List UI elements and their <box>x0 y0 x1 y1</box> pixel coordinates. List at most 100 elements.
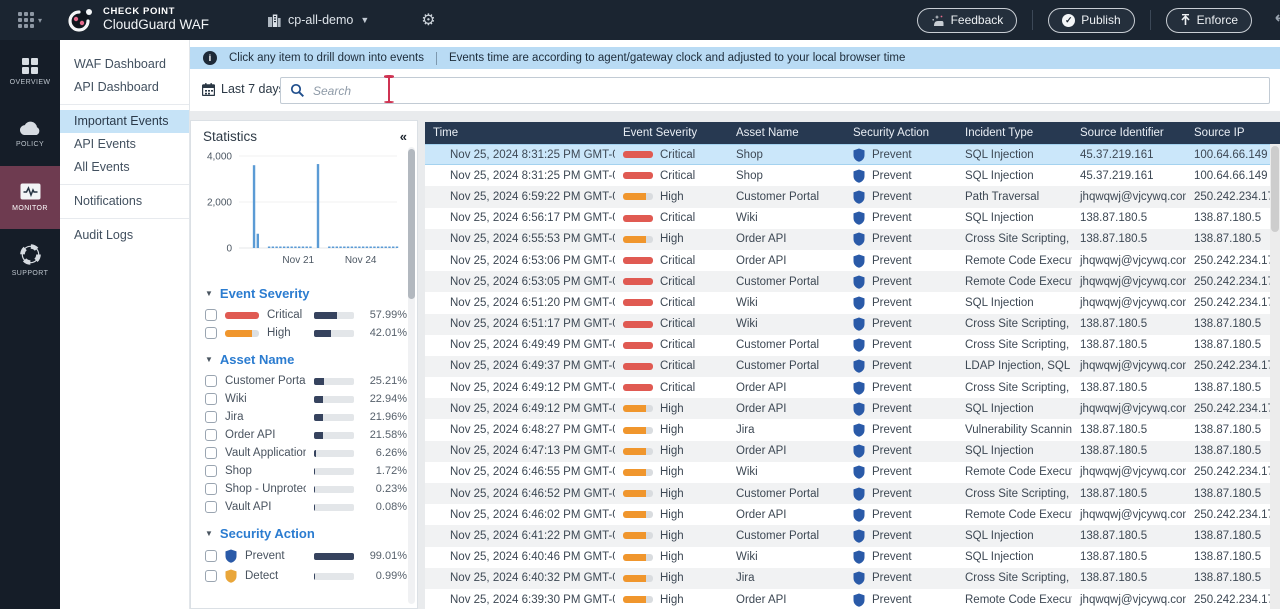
subnav-item-important-events[interactable]: Important Events <box>60 110 189 133</box>
revert-arrow-icon[interactable] <box>1270 13 1280 27</box>
table-row[interactable]: Nov 25, 2024 6:53:06 PM GMT-05:00Critica… <box>425 250 1280 271</box>
severity-bar-high <box>623 236 653 243</box>
column-header-source-ip[interactable]: Source IP <box>1186 127 1280 139</box>
filter-checkbox[interactable] <box>205 570 217 582</box>
collapse-panel-icon[interactable]: « <box>400 130 407 143</box>
table-row[interactable]: Nov 25, 2024 6:55:53 PM GMT-05:00HighOrd… <box>425 229 1280 250</box>
filter-item[interactable]: Shop - Unprotected0.23% <box>191 480 417 498</box>
rail-item-overview[interactable]: OVERVIEW <box>0 40 60 103</box>
table-row[interactable]: Nov 25, 2024 6:51:17 PM GMT-05:00Critica… <box>425 314 1280 335</box>
column-header-incident-type[interactable]: Incident Type <box>957 127 1072 139</box>
column-header-time[interactable]: Time <box>425 127 615 139</box>
feedback-button[interactable]: Feedback <box>917 8 1018 33</box>
filter-item[interactable]: Detect0.99% <box>191 566 417 586</box>
severity-bar-critical <box>623 299 653 306</box>
filter-item[interactable]: Jira21.96% <box>191 408 417 426</box>
filter-item[interactable]: High42.01% <box>191 324 417 342</box>
filter-checkbox[interactable] <box>205 393 217 405</box>
filter-item[interactable]: Vault API0.08% <box>191 498 417 516</box>
filter-section-title[interactable]: Security Action <box>220 526 315 541</box>
filter-item-percentage: 0.23% <box>362 483 407 495</box>
table-row[interactable]: Nov 25, 2024 6:49:49 PM GMT-05:00Critica… <box>425 335 1280 356</box>
table-row[interactable]: Nov 25, 2024 6:49:12 PM GMT-05:00Critica… <box>425 377 1280 398</box>
settings-gear-icon[interactable]: ⚙ <box>421 10 435 30</box>
filter-item-label: Order API <box>225 429 306 441</box>
column-header-asset-name[interactable]: Asset Name <box>728 127 845 139</box>
table-row[interactable]: Nov 25, 2024 6:46:55 PM GMT-05:00HighWik… <box>425 462 1280 483</box>
table-row[interactable]: Nov 25, 2024 6:51:20 PM GMT-05:00Critica… <box>425 292 1280 313</box>
section-collapse-caret-icon[interactable]: ▼ <box>205 289 213 298</box>
table-row[interactable]: Nov 25, 2024 6:48:27 PM GMT-05:00HighJir… <box>425 419 1280 440</box>
cell-source-identifier: 138.87.180.5 <box>1072 530 1186 542</box>
filter-item-label: Wiki <box>225 393 306 405</box>
table-row[interactable]: Nov 25, 2024 8:31:25 PM GMT-05:00Critica… <box>425 165 1280 186</box>
table-row[interactable]: Nov 25, 2024 6:39:30 PM GMT-05:00HighOrd… <box>425 589 1280 609</box>
subnav-item-api-dashboard[interactable]: API Dashboard <box>60 76 189 99</box>
filter-checkbox[interactable] <box>205 550 217 562</box>
table-row[interactable]: Nov 25, 2024 6:49:12 PM GMT-05:00HighOrd… <box>425 398 1280 419</box>
search-input[interactable] <box>280 77 1270 104</box>
filter-checkbox[interactable] <box>205 327 217 339</box>
severity-label: Critical <box>660 360 695 372</box>
table-row[interactable]: Nov 25, 2024 6:46:52 PM GMT-05:00HighCus… <box>425 483 1280 504</box>
section-collapse-caret-icon[interactable]: ▼ <box>205 355 213 364</box>
subnav-item-waf-dashboard[interactable]: WAF Dashboard <box>60 53 189 76</box>
subnav-item-all-events[interactable]: All Events <box>60 156 189 179</box>
app-launcher-icon[interactable]: ▾ <box>0 12 60 28</box>
table-row[interactable]: Nov 25, 2024 6:46:02 PM GMT-05:00HighOrd… <box>425 504 1280 525</box>
filter-checkbox[interactable] <box>205 429 217 441</box>
product-name: CloudGuard WAF <box>103 18 209 33</box>
filter-section-title[interactable]: Asset Name <box>220 352 294 367</box>
rail-item-support[interactable]: SUPPORT <box>0 229 60 292</box>
filter-checkbox[interactable] <box>205 465 217 477</box>
severity-bar-critical <box>623 151 653 158</box>
filter-item[interactable]: Prevent99.01% <box>191 546 417 566</box>
table-row[interactable]: Nov 25, 2024 6:59:22 PM GMT-05:00HighCus… <box>425 186 1280 207</box>
subnav-item-audit-logs[interactable]: Audit Logs <box>60 224 189 247</box>
table-row[interactable]: Nov 25, 2024 6:56:17 PM GMT-05:00Critica… <box>425 208 1280 229</box>
rail-item-policy[interactable]: POLICY <box>0 103 60 166</box>
filter-checkbox[interactable] <box>205 447 217 459</box>
cell-time: Nov 25, 2024 6:39:30 PM GMT-05:00 <box>425 594 615 606</box>
table-row[interactable]: Nov 25, 2024 6:41:22 PM GMT-05:00HighCus… <box>425 525 1280 546</box>
column-header-event-severity[interactable]: Event Severity <box>615 127 728 139</box>
section-collapse-caret-icon[interactable]: ▼ <box>205 529 213 538</box>
filter-item[interactable]: Vault Application6.26% <box>191 444 417 462</box>
cell-asset-name: Order API <box>728 594 845 606</box>
filter-checkbox[interactable] <box>205 483 217 495</box>
cell-security-action: Prevent <box>845 423 957 437</box>
cell-event-severity: Critical <box>615 297 728 309</box>
filter-item[interactable]: Order API21.58% <box>191 426 417 444</box>
events-timeline-chart[interactable]: 02,0004,000Nov 21Nov 24 <box>199 148 405 276</box>
filter-item[interactable]: Critical57.99% <box>191 306 417 324</box>
table-row[interactable]: Nov 25, 2024 6:40:32 PM GMT-05:00HighJir… <box>425 568 1280 589</box>
filter-section-title[interactable]: Event Severity <box>220 286 310 301</box>
rail-item-monitor[interactable]: MONITOR <box>0 166 60 229</box>
filter-item-bar-fill <box>314 312 337 319</box>
table-row[interactable]: Nov 25, 2024 6:49:37 PM GMT-05:00Critica… <box>425 356 1280 377</box>
table-row[interactable]: Nov 25, 2024 6:40:46 PM GMT-05:00HighWik… <box>425 547 1280 568</box>
enforce-button[interactable]: Enforce <box>1166 8 1252 33</box>
cell-event-severity: High <box>615 594 728 606</box>
filter-item[interactable]: Customer Portal25.21% <box>191 372 417 390</box>
filter-checkbox[interactable] <box>205 375 217 387</box>
scrollbar-thumb[interactable] <box>408 149 415 299</box>
filter-checkbox[interactable] <box>205 501 217 513</box>
table-row[interactable]: Nov 25, 2024 6:47:13 PM GMT-05:00HighOrd… <box>425 441 1280 462</box>
filter-item[interactable]: Shop1.72% <box>191 462 417 480</box>
filter-item[interactable]: Wiki22.94% <box>191 390 417 408</box>
subnav-item-api-events[interactable]: API Events <box>60 133 189 156</box>
filter-checkbox[interactable] <box>205 411 217 423</box>
table-row[interactable]: Nov 25, 2024 6:53:05 PM GMT-05:00Critica… <box>425 271 1280 292</box>
column-header-security-action[interactable]: Security Action <box>845 127 957 139</box>
cell-event-severity: High <box>615 233 728 245</box>
column-header-source-identifier[interactable]: Source Identifier <box>1072 127 1186 139</box>
statistics-scrollbar[interactable] <box>408 147 415 604</box>
scrollbar-thumb[interactable] <box>1271 146 1279 232</box>
table-scrollbar[interactable] <box>1270 144 1280 609</box>
subnav-item-notifications[interactable]: Notifications <box>60 190 189 213</box>
table-row[interactable]: Nov 25, 2024 8:31:25 PM GMT-05:00Critica… <box>425 144 1280 165</box>
filter-checkbox[interactable] <box>205 309 217 321</box>
publish-button[interactable]: ✓ Publish <box>1048 8 1134 33</box>
tenant-selector[interactable]: cp-all-demo ▼ <box>267 13 369 27</box>
